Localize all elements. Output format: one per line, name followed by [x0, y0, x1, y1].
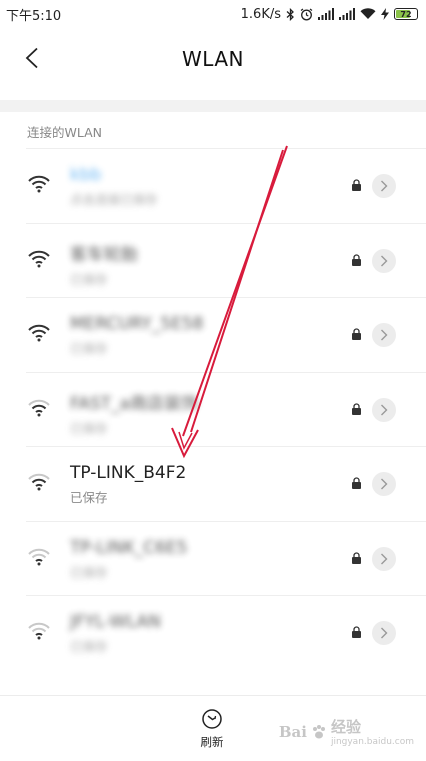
status-bar: 下午5:10 1.6K/s 72 [0, 0, 426, 28]
alarm-icon [300, 8, 313, 21]
back-button[interactable] [20, 46, 44, 70]
wifi-status: 已保存 [70, 271, 108, 287]
wifi-signal-icon [28, 175, 50, 193]
wifi-name: JFYL-WLAN [70, 612, 161, 632]
wifi-row[interactable]: kbb 点击连接已保存 [26, 148, 426, 223]
wifi-signal-icon [28, 473, 50, 491]
wifi-signal-icon [28, 399, 50, 416]
wifi-name: TP-LINK_B4F2 [70, 463, 187, 483]
charging-icon [381, 8, 389, 20]
status-time: 下午5:10 [6, 8, 62, 24]
watermark-brand2: 经验 [330, 718, 361, 736]
chevron-left-icon [25, 47, 38, 69]
section-divider [0, 100, 426, 112]
wifi-name: kbb [70, 165, 102, 185]
watermark-brand: Bai [278, 722, 307, 741]
wifi-status-icon [360, 8, 376, 20]
wifi-row[interactable]: TP-LINK_B4F2 已保存 [26, 446, 426, 521]
chevron-right-icon [381, 404, 388, 415]
page-title: WLAN [181, 47, 245, 71]
chevron-right-icon [381, 180, 388, 192]
watermark-url: jingyan.baidu.com [330, 737, 414, 747]
wifi-row[interactable]: MERCURY_5E58 已保存 [26, 297, 426, 372]
section-header: 连接的WLAN [27, 125, 103, 140]
chevron-right-icon [381, 627, 388, 639]
lock-icon [352, 551, 361, 564]
network-detail-button[interactable] [372, 472, 396, 496]
refresh-label: 刷新 [200, 735, 224, 749]
battery-level: 72 [400, 9, 412, 19]
lock-icon [352, 402, 361, 415]
lock-icon [352, 328, 361, 340]
network-detail-button[interactable] [372, 248, 396, 273]
wifi-status: 已保存 [70, 490, 108, 505]
network-detail-button[interactable] [372, 174, 396, 198]
wifi-text: kbb 点击连接已保存 [70, 165, 158, 208]
battery-icon: 72 [394, 8, 418, 20]
lock-icon [352, 477, 361, 489]
wifi-name: MERCURY_5E58 [70, 314, 204, 334]
network-detail-button[interactable] [372, 621, 396, 645]
wifi-signal-icon [28, 622, 50, 640]
wifi-list: kbb 点击连接已保存 客车轮胎 已保存 MERCURY_5E58 已保存 FA… [0, 148, 426, 670]
wifi-signal-icon [28, 324, 50, 342]
paw-logo-icon [312, 724, 325, 738]
wifi-row[interactable]: JFYL-WLAN 已保存 [26, 595, 426, 670]
lock-icon [352, 626, 361, 638]
chevron-right-icon [381, 478, 388, 490]
nav-bar: WLAN [0, 28, 426, 90]
wifi-text: JFYL-WLAN 已保存 [70, 612, 161, 655]
network-speed: 1.6K/s [240, 6, 281, 22]
baidu-watermark: Bai 经验 jingyan.baidu.com [279, 716, 414, 747]
bluetooth-icon [286, 7, 295, 21]
wifi-status: 已保存 [70, 341, 108, 356]
wifi-status: 点击连接已保存 [70, 192, 158, 207]
wifi-name: FAST_a商店装饰 [70, 393, 198, 414]
wifi-row[interactable]: FAST_a商店装饰 已保存 [26, 371, 426, 447]
wifi-text: TP-LINK_B4F2 已保存 [70, 463, 186, 506]
wifi-signal-icon [28, 250, 50, 267]
refresh-button[interactable]: 刷新 [195, 708, 229, 750]
chevron-right-icon [381, 329, 388, 341]
wifi-text: TP-LINK_C6E5 已保存 [70, 538, 188, 581]
wifi-text: 客车轮胎 已保存 [70, 240, 138, 288]
network-detail-button[interactable] [372, 546, 396, 571]
chevron-right-icon [381, 553, 388, 564]
wifi-status: 已保存 [70, 420, 108, 436]
network-detail-button[interactable] [372, 323, 396, 347]
wifi-status: 已保存 [70, 564, 108, 580]
refresh-icon [202, 709, 222, 729]
network-detail-button[interactable] [372, 397, 396, 422]
lock-icon [352, 179, 361, 191]
signal-icon-2 [339, 8, 355, 20]
signal-icon-1 [318, 8, 334, 20]
chevron-right-icon [381, 255, 388, 266]
lock-icon [352, 253, 361, 266]
wifi-name: TP-LINK_C6E5 [70, 537, 188, 558]
wifi-status: 已保存 [70, 639, 108, 654]
wifi-text: FAST_a商店装饰 已保存 [70, 389, 198, 437]
wifi-text: MERCURY_5E58 已保存 [70, 314, 204, 357]
wifi-row[interactable]: 客车轮胎 已保存 [26, 222, 426, 298]
wifi-name: 客车轮胎 [70, 244, 138, 265]
status-icons: 1.6K/s 72 [241, 7, 418, 22]
wifi-row[interactable]: TP-LINK_C6E5 已保存 [26, 520, 426, 596]
wifi-signal-icon [28, 548, 50, 565]
